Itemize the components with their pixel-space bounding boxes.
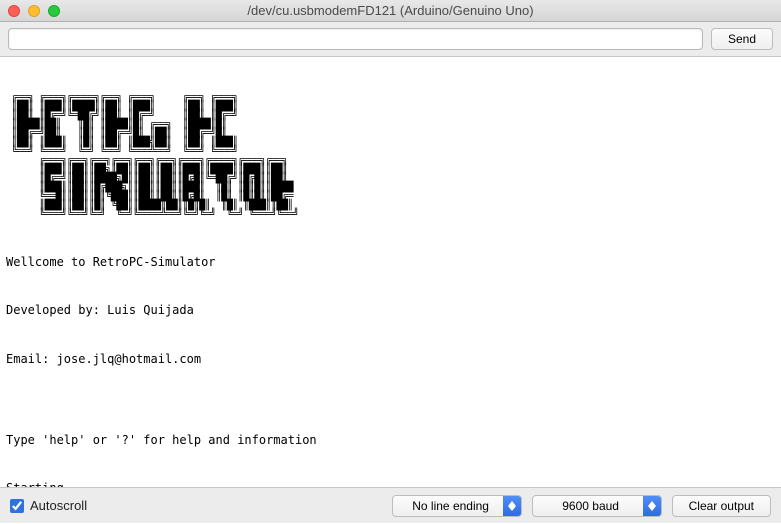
console-output[interactable]: ╔══╗ ╔═══╗╔════╗╔══╗ ╔═══╗ ╔══╗ ╔═══╗ ║█… [0,57,781,487]
minimize-icon[interactable] [28,5,40,17]
clear-output-button[interactable]: Clear output [672,495,771,517]
line-ending-value: No line ending [403,499,503,513]
titlebar: /dev/cu.usbmodemFD121 (Arduino/Genuino U… [0,0,781,22]
traffic-lights [0,5,60,17]
baud-select[interactable]: 9600 baud [532,495,662,517]
chevron-updown-icon [643,496,661,516]
console-line: Email: jose.jlq@hotmail.com [6,351,775,367]
chevron-updown-icon [503,496,521,516]
window-title: /dev/cu.usbmodemFD121 (Arduino/Genuino U… [0,3,781,18]
console-line: Wellcome to RetroPC-Simulator [6,254,775,270]
autoscroll-label: Autoscroll [30,498,87,513]
serial-input[interactable] [8,28,703,50]
baud-value: 9600 baud [543,499,643,513]
bottombar: Autoscroll No line ending 9600 baud Clea… [0,487,781,523]
console-line: Developed by: Luis Quijada [6,302,775,318]
console-line: Starting... [6,480,775,487]
toolbar: Send [0,22,781,57]
autoscroll-input[interactable] [10,499,24,513]
send-button[interactable]: Send [711,28,773,50]
console-line: Type 'help' or '?' for help and informat… [6,432,775,448]
close-icon[interactable] [8,5,20,17]
line-ending-select[interactable]: No line ending [392,495,522,517]
ascii-art-banner: ╔══╗ ╔═══╗╔════╗╔══╗ ╔═══╗ ╔══╗ ╔═══╗ ║█… [6,93,775,219]
zoom-icon[interactable] [48,5,60,17]
autoscroll-checkbox[interactable]: Autoscroll [10,498,87,513]
